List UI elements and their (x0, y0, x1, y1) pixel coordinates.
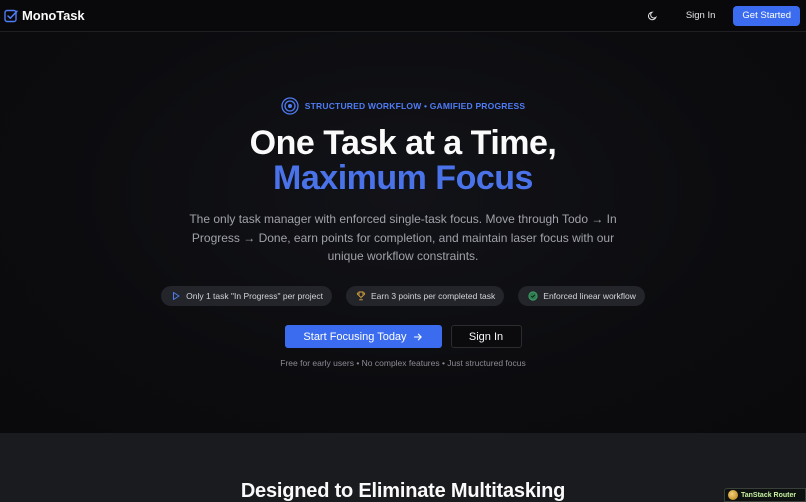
landing-page: MonoTask Sign In Get Started STRUCTURED … (0, 0, 806, 502)
theme-toggle-button[interactable] (642, 5, 664, 27)
pill-label: Only 1 task "In Progress" per project (186, 291, 324, 301)
feature-pill-single-task: Only 1 task "In Progress" per project (161, 286, 333, 306)
features-section: Designed to Eliminate Multitasking (0, 433, 806, 502)
target-icon (281, 97, 299, 115)
trophy-icon (356, 291, 366, 301)
headline-line-2: Maximum Focus (273, 159, 533, 197)
check-circle-icon (528, 291, 538, 301)
devtools-label: TanStack Router (741, 491, 797, 499)
hero-actions: Start Focusing Today Sign In (0, 325, 806, 348)
pill-label: Earn 3 points per completed task (371, 291, 496, 301)
brand[interactable]: MonoTask (4, 8, 85, 23)
feature-pill-workflow: Enforced linear workflow (518, 286, 645, 306)
arrow-right-icon (413, 332, 423, 342)
eyebrow-text: STRUCTURED WORKFLOW • GAMIFIED PROGRESS (304, 101, 526, 111)
primary-cta-label: Start Focusing Today (303, 330, 407, 343)
feature-pill-points: Earn 3 points per completed task (346, 286, 505, 306)
headline-line-1: One Task at a Time, (249, 124, 557, 162)
play-icon (171, 291, 181, 301)
hero-footnote: Free for early users • No complex featur… (280, 358, 526, 368)
tanstack-logo-icon (728, 490, 738, 500)
hero-section: STRUCTURED WORKFLOW • GAMIFIED PROGRESS … (0, 32, 806, 433)
top-nav: MonoTask Sign In Get Started (0, 0, 806, 32)
moon-icon (647, 11, 658, 21)
header-signin-button[interactable]: Sign In (682, 6, 720, 25)
hero-headline: One Task at a Time, Maximum Focus (0, 126, 806, 196)
get-started-button[interactable]: Get Started (733, 5, 800, 26)
pill-label: Enforced linear workflow (543, 291, 636, 301)
feature-pills: Only 1 task "In Progress" per project Ea… (0, 286, 806, 306)
tanstack-router-devtools-toggle[interactable]: TanStack Router (724, 488, 806, 502)
brand-name: MonoTask (22, 8, 85, 23)
hero-signin-button[interactable]: Sign In (450, 325, 522, 348)
checkbox-logo-icon (4, 9, 18, 23)
hero-description: The only task manager with enforced sing… (189, 212, 617, 263)
header-actions: Sign In Get Started (642, 5, 800, 27)
features-heading: Designed to Eliminate Multitasking (240, 480, 566, 502)
eyebrow: STRUCTURED WORKFLOW • GAMIFIED PROGRESS (0, 97, 806, 115)
start-focusing-button[interactable]: Start Focusing Today (284, 325, 442, 348)
